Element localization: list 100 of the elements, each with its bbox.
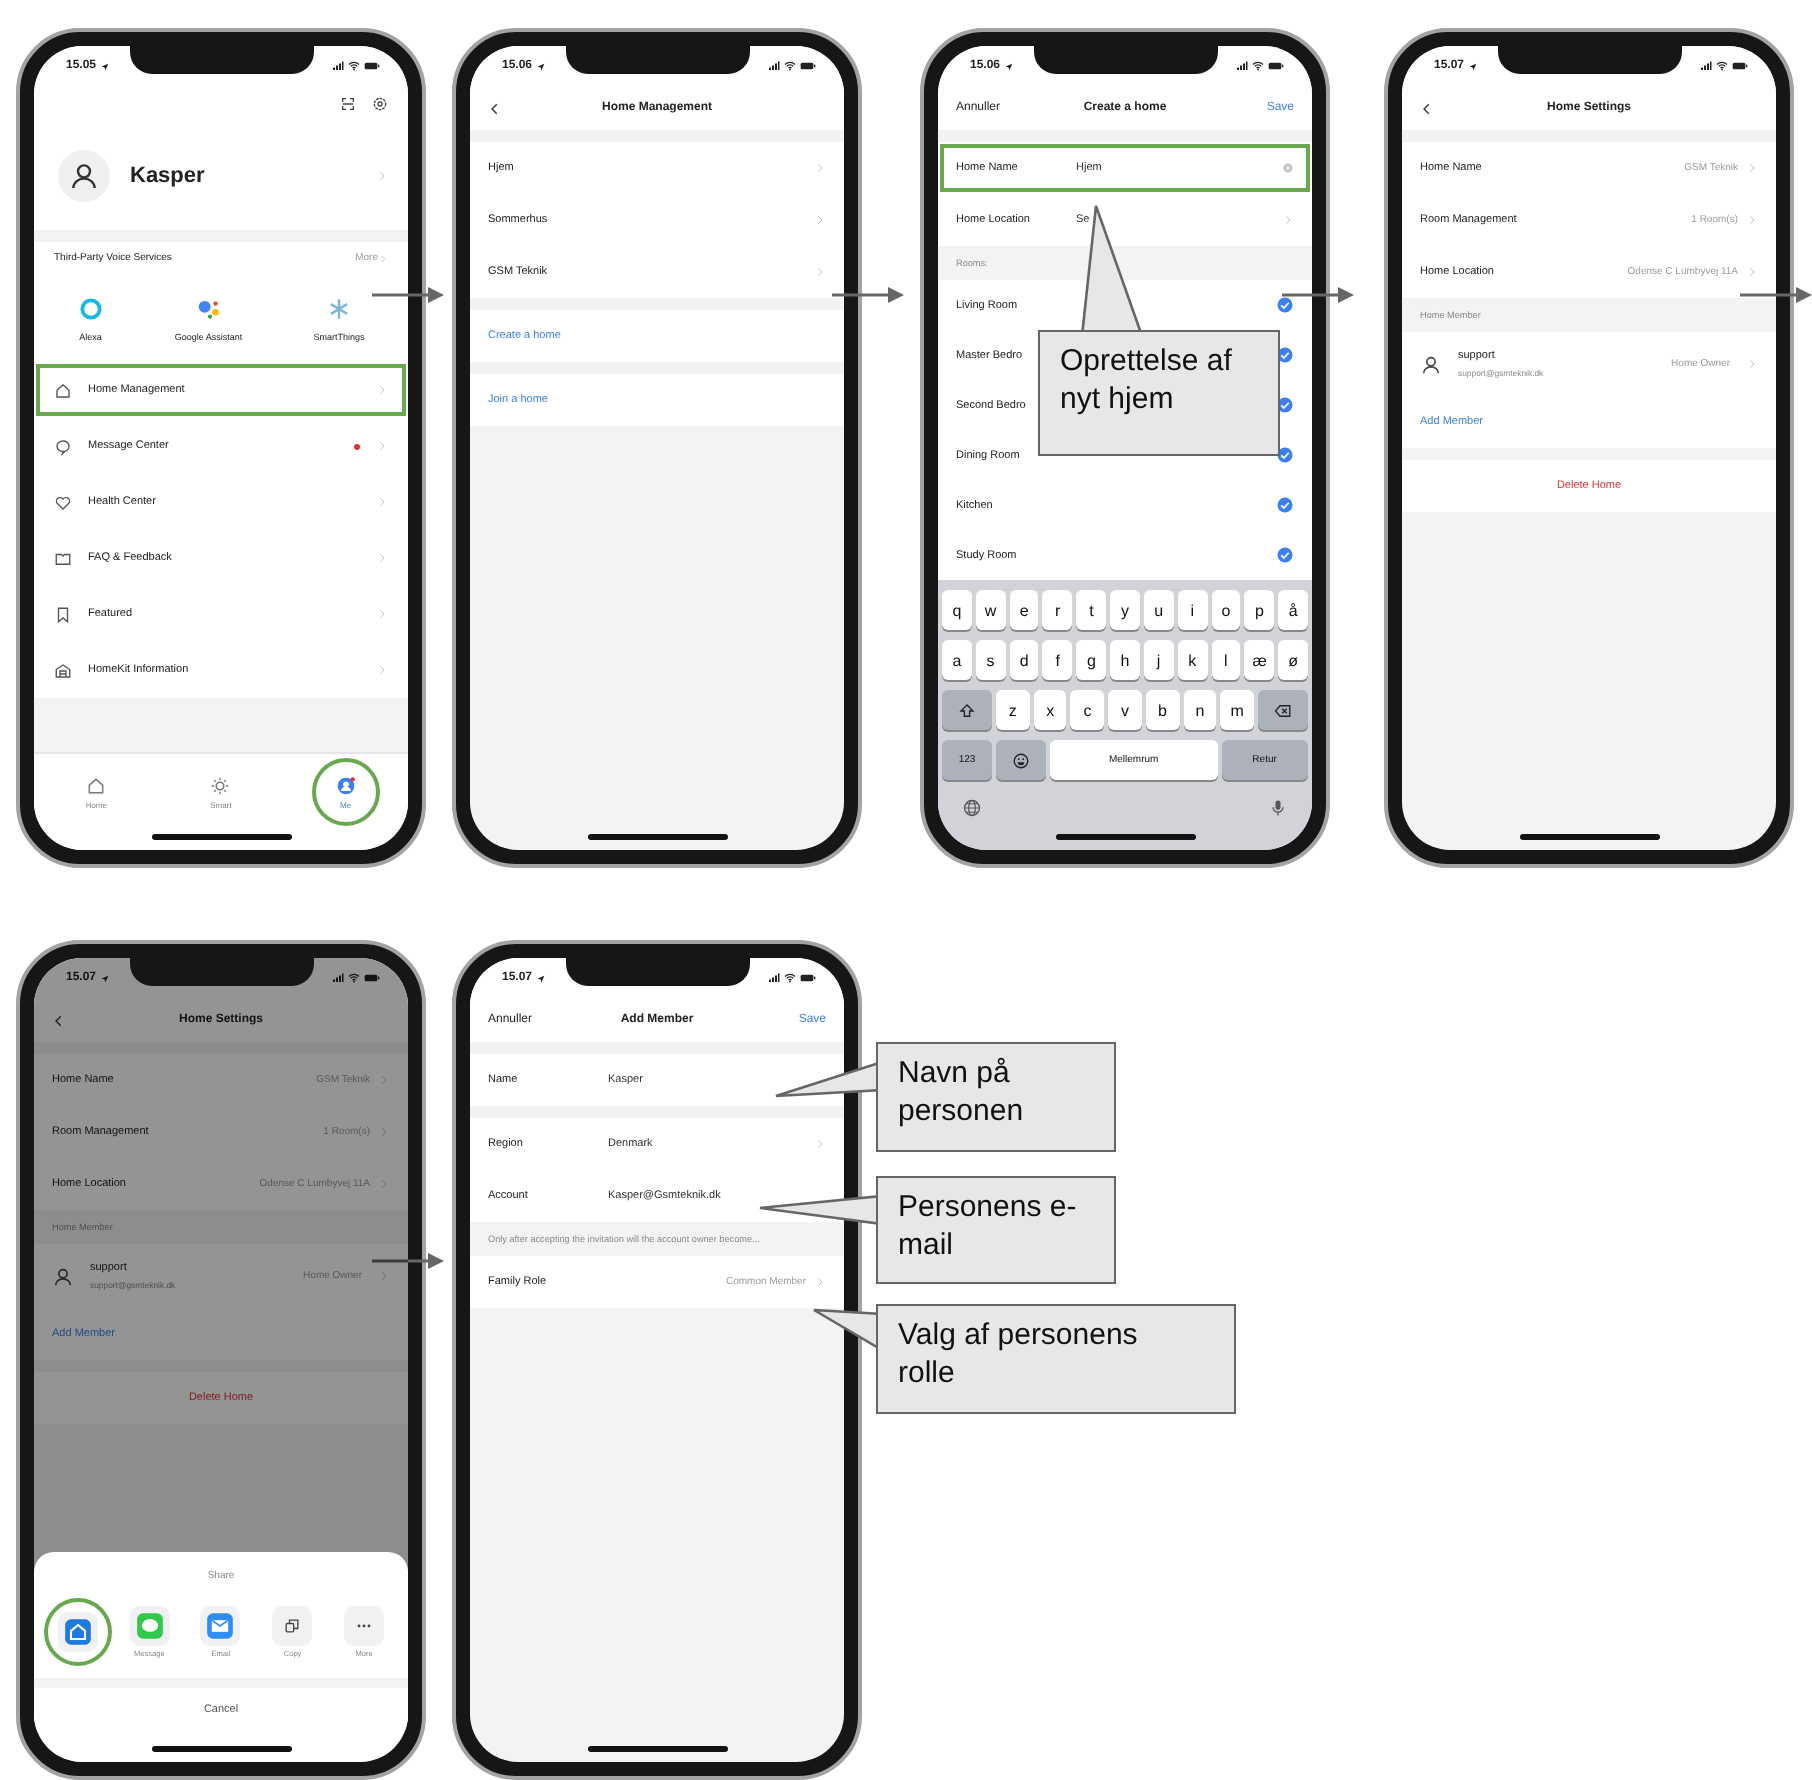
chevron-icon: [376, 384, 388, 396]
location-arrow-icon: [100, 973, 111, 983]
key[interactable]: x: [1033, 690, 1067, 730]
chevron-icon: [376, 552, 388, 564]
globe-icon[interactable]: [962, 798, 982, 818]
battery-icon: [1268, 58, 1284, 74]
back-icon[interactable]: [488, 101, 502, 115]
wifi-icon: [1252, 60, 1264, 72]
key[interactable]: i: [1177, 590, 1208, 630]
house-icon: [54, 381, 72, 399]
arrow: [1740, 287, 1812, 303]
callout: Navn på personen: [876, 1042, 1116, 1152]
colored-dots-icon[interactable]: [195, 295, 222, 321]
chevron-icon: [376, 496, 388, 508]
house-icon: [86, 775, 107, 795]
key[interactable]: f: [1042, 640, 1073, 680]
key[interactable]: k: [1177, 640, 1208, 680]
key[interactable]: s: [975, 640, 1006, 680]
key[interactable]: v: [1108, 690, 1142, 730]
key[interactable]: h: [1110, 640, 1140, 680]
share-option[interactable]: [43, 1598, 112, 1666]
battery-icon: [800, 58, 816, 74]
key[interactable]: c: [1070, 690, 1105, 730]
chevron-icon: [376, 440, 388, 452]
shift-key[interactable]: [942, 690, 993, 730]
key[interactable]: m: [1220, 690, 1254, 730]
location-arrow-icon: [100, 61, 111, 71]
battery-icon: [800, 970, 816, 986]
key[interactable]: w: [975, 590, 1006, 630]
key[interactable]: z: [996, 690, 1030, 730]
key[interactable]: u: [1143, 590, 1174, 630]
key[interactable]: d: [1009, 640, 1039, 680]
key[interactable]: y: [1110, 590, 1140, 630]
key[interactable]: a: [942, 640, 972, 680]
profile-name: Kasper: [130, 164, 205, 188]
person-icon: [335, 775, 356, 795]
key[interactable]: l: [1211, 640, 1241, 680]
home-indicator: [1055, 834, 1195, 840]
home-indicator: [1519, 834, 1659, 840]
key[interactable]: t: [1076, 590, 1107, 630]
signal-icon: [768, 972, 780, 984]
settings-icon[interactable]: [372, 96, 388, 112]
arrow: [1282, 287, 1354, 303]
location-arrow-icon: [536, 973, 547, 983]
callout: Valg af personens rolle: [876, 1304, 1236, 1414]
microphone-icon[interactable]: [1268, 798, 1288, 818]
emoji-key[interactable]: [996, 740, 1047, 780]
wifi-icon: [784, 972, 796, 984]
signal-icon: [1236, 60, 1248, 72]
book-icon: [54, 549, 72, 567]
arrow: [372, 1253, 444, 1269]
key[interactable]: o: [1211, 590, 1241, 630]
speech-bubble-icon: [135, 1612, 164, 1640]
sun-icon: [210, 775, 231, 795]
home-indicator: [587, 834, 727, 840]
location-arrow-icon: [536, 61, 547, 71]
key[interactable]: n: [1183, 690, 1217, 730]
backspace-icon: [1273, 701, 1292, 719]
key[interactable]: r: [1042, 590, 1073, 630]
home-indicator: [151, 834, 291, 840]
back-icon[interactable]: [1420, 101, 1434, 115]
envelope-icon: [206, 1612, 235, 1640]
key[interactable]: p: [1244, 590, 1275, 630]
chevron-icon: [376, 664, 388, 676]
scan-icon[interactable]: [340, 96, 356, 112]
checked-icon[interactable]: [1276, 296, 1294, 314]
key[interactable]: j: [1143, 640, 1174, 680]
location-arrow-icon: [1468, 61, 1479, 71]
backspace-key[interactable]: [1257, 690, 1309, 730]
signal-icon: [332, 972, 344, 984]
key[interactable]: q: [942, 590, 972, 630]
key[interactable]: b: [1145, 690, 1180, 730]
signal-icon: [1700, 60, 1712, 72]
checked-icon[interactable]: [1276, 546, 1294, 564]
chevron-icon: [376, 170, 388, 182]
wifi-icon: [1716, 60, 1728, 72]
avatar-icon: [52, 1265, 74, 1287]
key[interactable]: g: [1076, 640, 1107, 680]
heart-icon: [54, 493, 72, 511]
home-indicator: [151, 1746, 291, 1752]
chevron-icon: [376, 608, 388, 620]
avatar-icon: [1420, 353, 1442, 375]
house-app-icon: [63, 1618, 92, 1646]
signal-icon: [332, 60, 344, 72]
wifi-icon: [348, 60, 360, 72]
home-indicator: [587, 1746, 727, 1752]
shift-icon: [958, 701, 977, 719]
chevron-icon: [378, 253, 388, 263]
key[interactable]: e: [1009, 590, 1039, 630]
signal-icon: [768, 60, 780, 72]
checked-icon[interactable]: [1276, 496, 1294, 514]
battery-icon: [364, 58, 380, 74]
building-icon: [54, 661, 72, 679]
key[interactable]: ø: [1278, 640, 1308, 680]
callout: Personens e-mail: [876, 1176, 1116, 1284]
wifi-icon: [784, 60, 796, 72]
back-icon[interactable]: [52, 1013, 66, 1027]
key[interactable]: æ: [1244, 640, 1275, 680]
battery-icon: [364, 970, 380, 986]
key[interactable]: å: [1278, 590, 1308, 630]
